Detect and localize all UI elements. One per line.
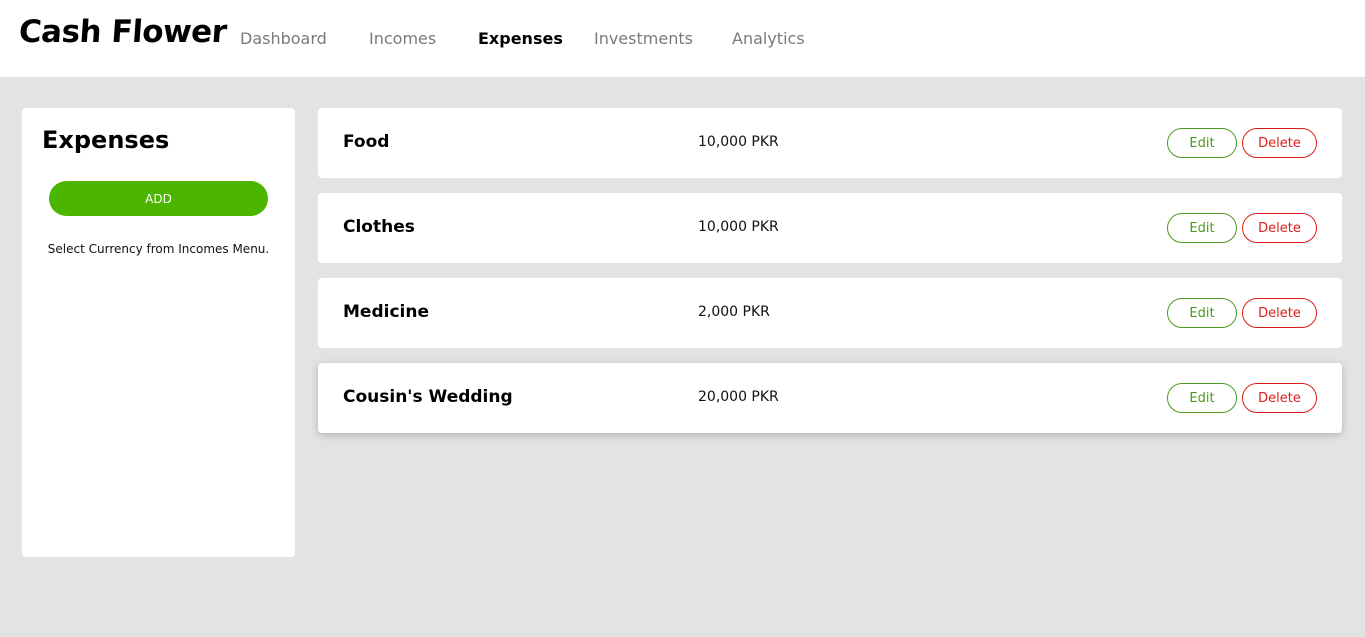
- nav-investments[interactable]: Investments: [594, 29, 693, 48]
- delete-button[interactable]: Delete: [1242, 128, 1317, 158]
- delete-button[interactable]: Delete: [1242, 383, 1317, 413]
- expense-name: Clothes: [343, 217, 415, 237]
- expense-amount: 10,000 PKR: [698, 219, 779, 235]
- expense-name: Cousin's Wedding: [343, 387, 513, 407]
- expense-card: Medicine 2,000 PKR Edit Delete: [318, 278, 1342, 348]
- currency-note: Select Currency from Incomes Menu.: [47, 242, 270, 256]
- expense-amount: 10,000 PKR: [698, 134, 779, 150]
- delete-button[interactable]: Delete: [1242, 298, 1317, 328]
- nav-dashboard[interactable]: Dashboard: [240, 29, 327, 48]
- expense-card: Clothes 10,000 PKR Edit Delete: [318, 193, 1342, 263]
- expense-name: Food: [343, 132, 390, 152]
- edit-button[interactable]: Edit: [1167, 213, 1237, 243]
- expense-card: Cousin's Wedding 20,000 PKR Edit Delete: [318, 363, 1342, 433]
- expense-name: Medicine: [343, 302, 429, 322]
- expense-amount: 20,000 PKR: [698, 389, 779, 405]
- edit-button[interactable]: Edit: [1167, 298, 1237, 328]
- expense-card: Food 10,000 PKR Edit Delete: [318, 108, 1342, 178]
- nav-incomes[interactable]: Incomes: [369, 29, 436, 48]
- expenses-sidebar: Expenses ADD Select Currency from Income…: [22, 108, 295, 557]
- delete-button[interactable]: Delete: [1242, 213, 1317, 243]
- top-navbar: Cash Flower Dashboard Incomes Expenses I…: [0, 0, 1365, 77]
- add-expense-button[interactable]: ADD: [49, 181, 268, 216]
- nav-analytics[interactable]: Analytics: [732, 29, 805, 48]
- expense-amount: 2,000 PKR: [698, 304, 770, 320]
- sidebar-title: Expenses: [42, 126, 170, 154]
- brand-logo[interactable]: Cash Flower: [18, 14, 228, 50]
- edit-button[interactable]: Edit: [1167, 128, 1237, 158]
- nav-expenses[interactable]: Expenses: [478, 29, 563, 48]
- edit-button[interactable]: Edit: [1167, 383, 1237, 413]
